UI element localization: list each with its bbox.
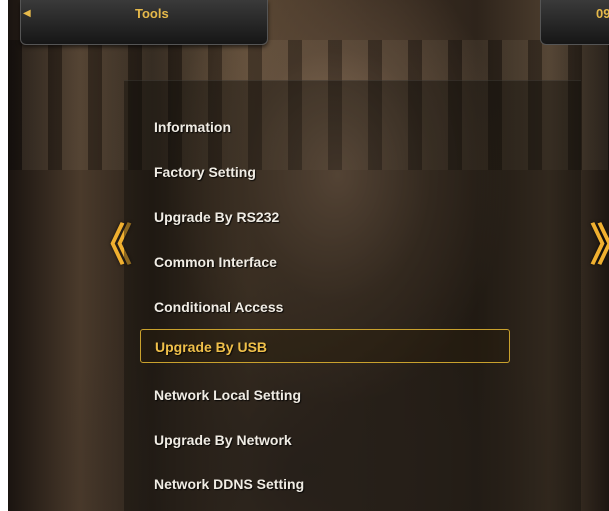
menu-item-upgrade-by-rs232[interactable]: Upgrade By RS232: [140, 200, 520, 234]
clock-time: 09: [596, 6, 609, 21]
menu-item-factory-setting[interactable]: Factory Setting: [140, 155, 520, 189]
menu-item-conditional-access[interactable]: Conditional Access: [140, 290, 520, 324]
menu-item-upgrade-by-usb[interactable]: Upgrade By USB: [140, 329, 510, 363]
tv-screen: ◀ Tools 09 《 》 Information Factory Setti…: [8, 0, 609, 511]
tools-menu: Information Factory Setting Upgrade By R…: [124, 80, 581, 511]
menu-item-network-ddns-setting[interactable]: Network DDNS Setting: [140, 467, 520, 501]
clock-panel: 09: [540, 0, 609, 45]
page-title: Tools: [135, 6, 169, 21]
header-arrow-icon: ◀: [23, 8, 31, 19]
menu-item-common-interface[interactable]: Common Interface: [140, 245, 520, 279]
menu-item-upgrade-by-network[interactable]: Upgrade By Network: [140, 423, 520, 457]
double-chevron-right-icon[interactable]: 》: [590, 224, 609, 268]
menu-item-network-local-setting[interactable]: Network Local Setting: [140, 378, 520, 412]
menu-item-information[interactable]: Information: [140, 110, 520, 144]
header-panel: ◀ Tools: [20, 0, 268, 45]
